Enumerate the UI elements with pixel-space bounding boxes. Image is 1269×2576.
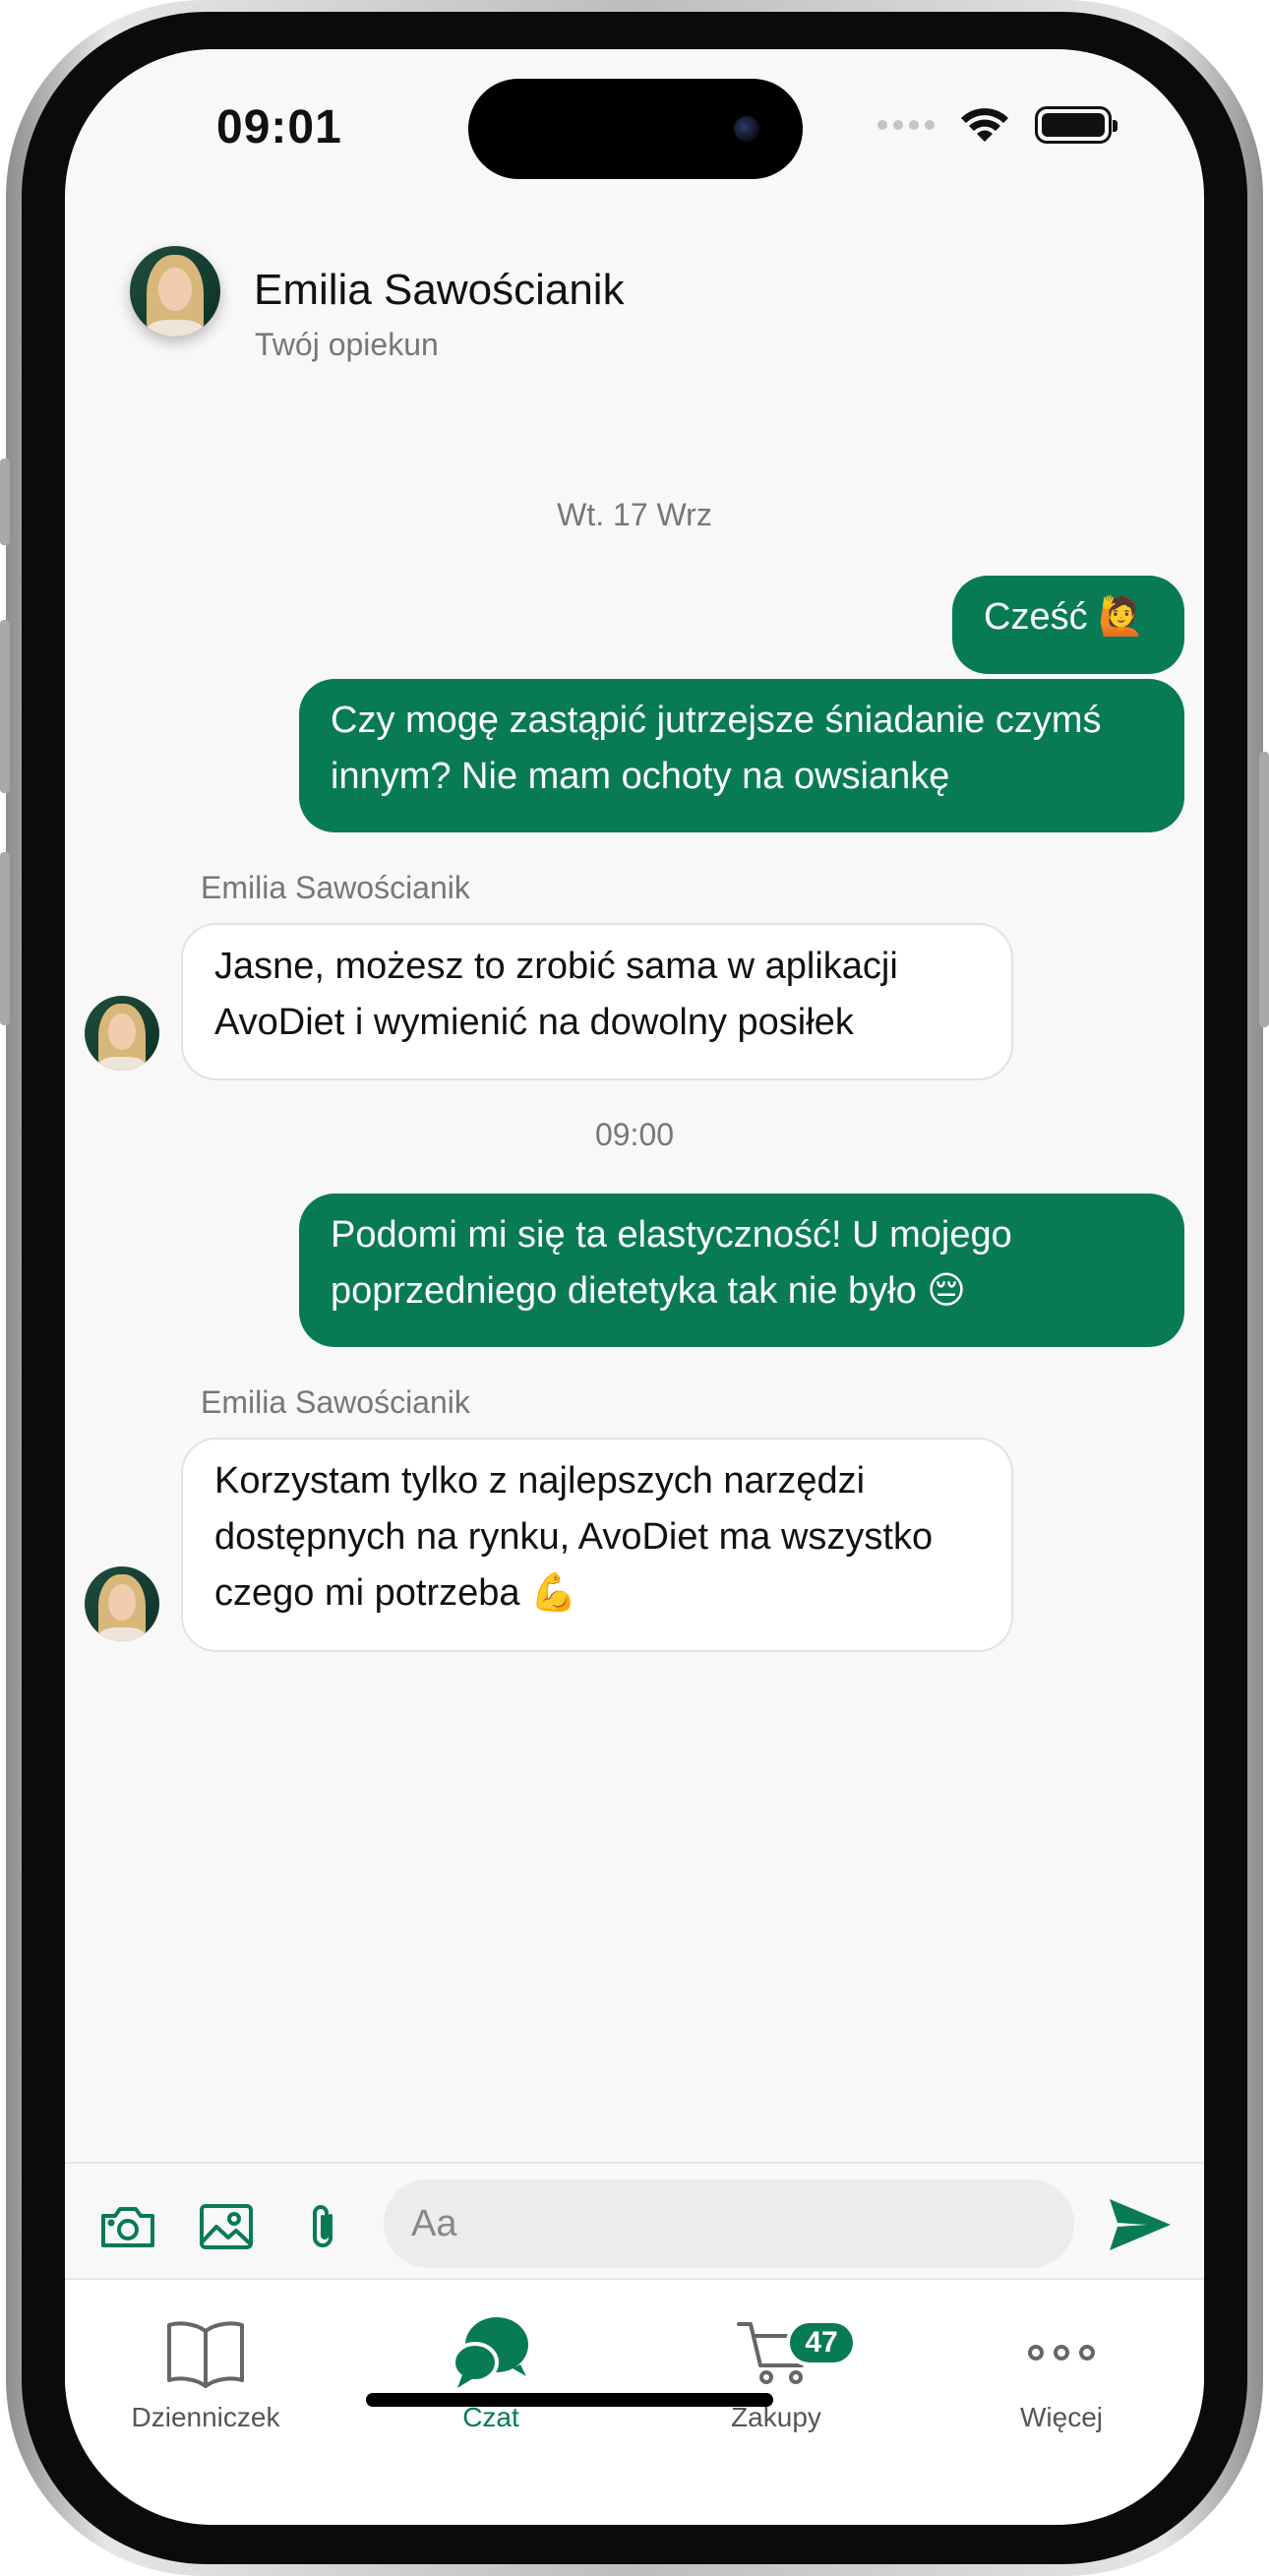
time-separator: 09:00 <box>594 1117 675 1152</box>
battery-icon <box>1035 106 1118 144</box>
message-incoming[interactable]: Jasne, możesz to zrobić sama w aplikacji… <box>181 923 1013 1080</box>
cart-count-badge: 47 <box>786 2319 857 2366</box>
screen: 09:01 Emilia Sawościanik Twój opiekun Wt… <box>65 49 1204 2525</box>
more-dots-icon <box>1028 2345 1095 2361</box>
action-button <box>0 459 10 545</box>
status-indicators <box>877 106 1118 144</box>
chat-header: Emilia Sawościanik Twój opiekun <box>65 216 1204 403</box>
message-composer: Aa <box>65 2162 1204 2280</box>
dynamic-island <box>468 79 803 179</box>
tab-label: Dzienniczek <box>131 2402 280 2432</box>
message-outgoing[interactable]: Czy mogę zastąpić jutrzejsze śniadanie c… <box>299 679 1184 832</box>
power-button <box>1259 752 1269 1027</box>
send-icon[interactable] <box>1108 2197 1173 2252</box>
message-incoming[interactable]: Korzystam tylko z najlepszych narzędzi d… <box>181 1438 1013 1652</box>
sender-label: Emilia Sawościanik <box>201 1384 470 1420</box>
date-separator: Wt. 17 Wrz <box>557 497 712 532</box>
tab-zakupy[interactable]: 47 Zakupy <box>678 2309 875 2433</box>
message-input[interactable]: Aa <box>384 2179 1074 2268</box>
image-icon[interactable] <box>197 2199 256 2254</box>
paperclip-icon[interactable] <box>293 2199 352 2254</box>
contact-role: Twój opiekun <box>255 327 439 362</box>
message-outgoing[interactable]: Cześć 🙋 <box>952 576 1184 674</box>
avatar[interactable] <box>130 246 220 337</box>
contact-name: Emilia Sawościanik <box>254 266 625 314</box>
volume-down-button <box>0 852 10 1025</box>
home-indicator <box>366 2393 773 2407</box>
sender-label: Emilia Sawościanik <box>201 870 470 905</box>
camera-icon[interactable] <box>98 2199 157 2254</box>
tab-wiecej[interactable]: Więcej <box>963 2309 1160 2433</box>
status-time: 09:01 <box>216 101 342 153</box>
avatar[interactable] <box>85 1566 159 1641</box>
tab-label: Więcej <box>1019 2402 1103 2432</box>
tab-dzienniczek[interactable]: Dzienniczek <box>107 2309 304 2433</box>
book-icon <box>167 2321 244 2388</box>
camera-lens <box>734 116 759 142</box>
volume-up-button <box>0 620 10 793</box>
wifi-icon <box>961 108 1008 142</box>
message-outgoing[interactable]: Podomi mi się ta elastyczność! U mojego … <box>299 1194 1184 1347</box>
cellular-signal-icon <box>877 120 935 130</box>
avatar[interactable] <box>85 996 159 1071</box>
chat-bubbles-icon <box>452 2317 528 2388</box>
tab-czat[interactable]: Czat <box>393 2309 589 2433</box>
